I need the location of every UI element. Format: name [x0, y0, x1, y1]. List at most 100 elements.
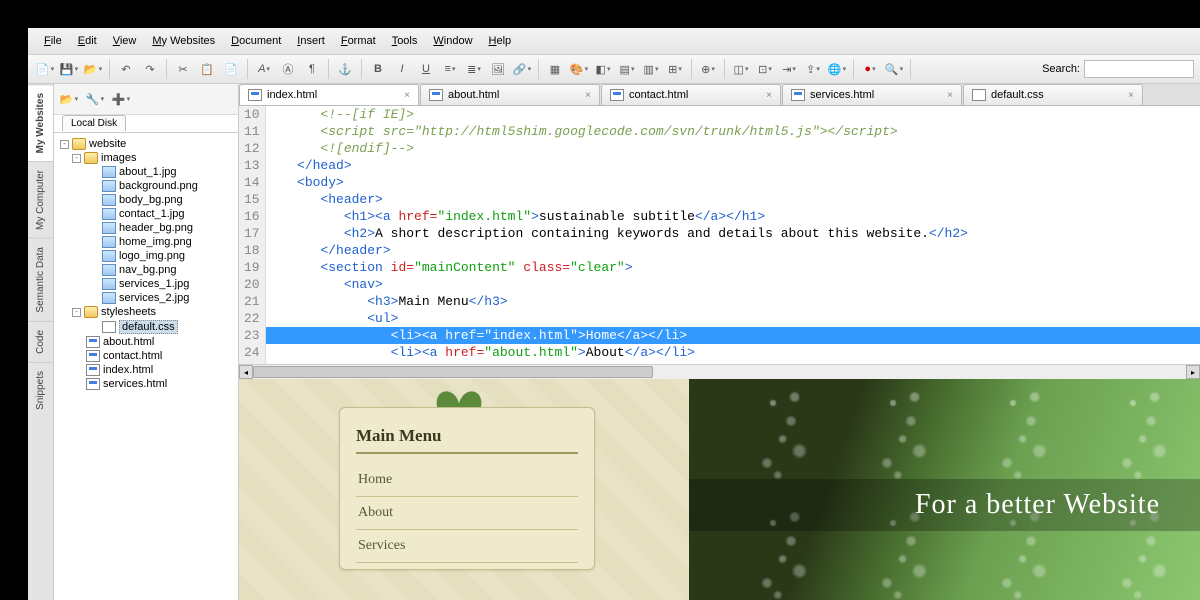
code-content[interactable]: <!--[if IE]> <script src="http://html5sh… — [266, 106, 1200, 364]
code-line-22[interactable]: <ul> — [266, 310, 1200, 327]
preview-menu-item-services[interactable]: Services — [356, 530, 578, 563]
tree-item-contact-html[interactable]: contact.html — [56, 349, 236, 363]
vtab-my-computer[interactable]: My Computer — [28, 161, 53, 238]
expand-icon[interactable]: - — [60, 140, 69, 149]
bold-button[interactable]: B — [367, 58, 389, 80]
code-line-14[interactable]: <body> — [266, 174, 1200, 191]
preview-menu-item-home[interactable]: Home — [356, 464, 578, 497]
doc-tab-default-css[interactable]: default.css× — [963, 84, 1143, 105]
tree-item-images[interactable]: -images — [56, 151, 236, 165]
tree-item-index-html[interactable]: index.html — [56, 363, 236, 377]
menu-insert[interactable]: Insert — [291, 32, 331, 50]
menu-window[interactable]: Window — [427, 32, 478, 50]
code-line-16[interactable]: <h1><a href="index.html">sustainable sub… — [266, 208, 1200, 225]
style-button[interactable]: ◧ — [592, 58, 614, 80]
menu-format[interactable]: Format — [335, 32, 382, 50]
tree-item-header_bg-png[interactable]: header_bg.png — [56, 221, 236, 235]
code-line-17[interactable]: <h2>A short description containing keywo… — [266, 225, 1200, 242]
vtab-code[interactable]: Code — [28, 321, 53, 362]
italic-button[interactable]: I — [391, 58, 413, 80]
image-button[interactable]: 🖼 — [487, 58, 509, 80]
code-line-10[interactable]: <!--[if IE]> — [266, 106, 1200, 123]
panel1-button[interactable]: ◫ — [730, 58, 752, 80]
doc-tab-services-html[interactable]: services.html× — [782, 84, 962, 105]
align-button[interactable]: ≡ — [439, 58, 461, 80]
scroll-thumb[interactable] — [253, 366, 653, 378]
anchor-button[interactable]: ⚓ — [334, 58, 356, 80]
menu-document[interactable]: Document — [225, 32, 287, 50]
table-button[interactable]: ▦ — [544, 58, 566, 80]
menu-file[interactable]: File — [38, 32, 68, 50]
columns-button[interactable]: ▥ — [640, 58, 662, 80]
new-file-button[interactable]: 📄 — [34, 58, 56, 80]
menu-help[interactable]: Help — [483, 32, 518, 50]
close-icon[interactable]: × — [766, 90, 772, 101]
globe-button[interactable]: 🌐 — [826, 58, 848, 80]
tree-item-body_bg-png[interactable]: body_bg.png — [56, 193, 236, 207]
panel2-button[interactable]: ⊡ — [754, 58, 776, 80]
code-line-12[interactable]: <![endif]--> — [266, 140, 1200, 157]
redo-button[interactable]: ↷ — [139, 58, 161, 80]
vtab-snippets[interactable]: Snippets — [28, 362, 53, 418]
search-input[interactable] — [1084, 60, 1194, 78]
undo-button[interactable]: ↶ — [115, 58, 137, 80]
code-line-20[interactable]: <nav> — [266, 276, 1200, 293]
tree-item-logo_img-png[interactable]: logo_img.png — [56, 249, 236, 263]
tree-item-nav_bg-png[interactable]: nav_bg.png — [56, 263, 236, 277]
code-line-23[interactable]: <li><a href="index.html">Home</a></li> — [266, 327, 1200, 344]
sidebar-tools-button[interactable]: 🔧 — [84, 88, 106, 110]
doc-tab-index-html[interactable]: index.html× — [239, 84, 419, 105]
export-button[interactable]: ⇥ — [778, 58, 800, 80]
doc-tab-contact-html[interactable]: contact.html× — [601, 84, 781, 105]
open-button[interactable]: 📂 — [82, 58, 104, 80]
copy-button[interactable]: 📋 — [196, 58, 218, 80]
tree-item-about_1-jpg[interactable]: about_1.jpg — [56, 165, 236, 179]
code-line-11[interactable]: <script src="http://html5shim.googlecode… — [266, 123, 1200, 140]
grid-button[interactable]: ⊞ — [664, 58, 686, 80]
link-button[interactable]: 🔗 — [511, 58, 533, 80]
expand-icon[interactable]: - — [72, 154, 81, 163]
close-icon[interactable]: × — [404, 90, 410, 101]
record-button[interactable]: ● — [859, 58, 881, 80]
code-line-15[interactable]: <header> — [266, 191, 1200, 208]
menu-my-websites[interactable]: My Websites — [146, 32, 221, 50]
tree-item-default-css[interactable]: default.css — [56, 319, 236, 335]
preview-menu-item-about[interactable]: About — [356, 497, 578, 530]
tree-item-services-html[interactable]: services.html — [56, 377, 236, 391]
code-editor[interactable]: 101112131415161718192021222324 <!--[if I… — [239, 106, 1200, 364]
close-icon[interactable]: × — [947, 90, 953, 101]
vtab-my-websites[interactable]: My Websites — [28, 84, 53, 161]
paste-button[interactable]: 📄 — [220, 58, 242, 80]
sidebar-add-button[interactable]: ➕ — [110, 88, 132, 110]
menu-edit[interactable]: Edit — [72, 32, 103, 50]
tree-item-services_2-jpg[interactable]: services_2.jpg — [56, 291, 236, 305]
scroll-right-arrow[interactable]: ▸ — [1186, 365, 1200, 379]
tree-item-about-html[interactable]: about.html — [56, 335, 236, 349]
font-button[interactable]: A — [253, 58, 275, 80]
tree-item-background-png[interactable]: background.png — [56, 179, 236, 193]
underline-button[interactable]: U — [415, 58, 437, 80]
menu-tools[interactable]: Tools — [386, 32, 424, 50]
sidebar-tab-local-disk[interactable]: Local Disk — [62, 115, 126, 131]
menu-view[interactable]: View — [107, 32, 143, 50]
clear-format-button[interactable]: Ⓐ — [277, 58, 299, 80]
sidebar-open-button[interactable]: 📂 — [58, 88, 80, 110]
scroll-left-arrow[interactable]: ◂ — [239, 365, 253, 379]
layout-button[interactable]: ▤ — [616, 58, 638, 80]
code-line-21[interactable]: <h3>Main Menu</h3> — [266, 293, 1200, 310]
pilcrow-button[interactable]: ¶ — [301, 58, 323, 80]
expand-icon[interactable]: - — [72, 308, 81, 317]
list-button[interactable]: ≣ — [463, 58, 485, 80]
zoom-button[interactable]: 🔍 — [883, 58, 905, 80]
close-icon[interactable]: × — [1128, 90, 1134, 101]
horizontal-scrollbar[interactable]: ◂ ▸ — [239, 364, 1200, 379]
doc-tab-about-html[interactable]: about.html× — [420, 84, 600, 105]
code-line-19[interactable]: <section id="mainContent" class="clear"> — [266, 259, 1200, 276]
tree-item-home_img-png[interactable]: home_img.png — [56, 235, 236, 249]
vtab-semantic-data[interactable]: Semantic Data — [28, 238, 53, 321]
color-button[interactable]: 🎨 — [568, 58, 590, 80]
tree-item-website[interactable]: -website — [56, 137, 236, 151]
insert-button[interactable]: ⊕ — [697, 58, 719, 80]
save-button[interactable]: 💾 — [58, 58, 80, 80]
upload-button[interactable]: ⇪ — [802, 58, 824, 80]
